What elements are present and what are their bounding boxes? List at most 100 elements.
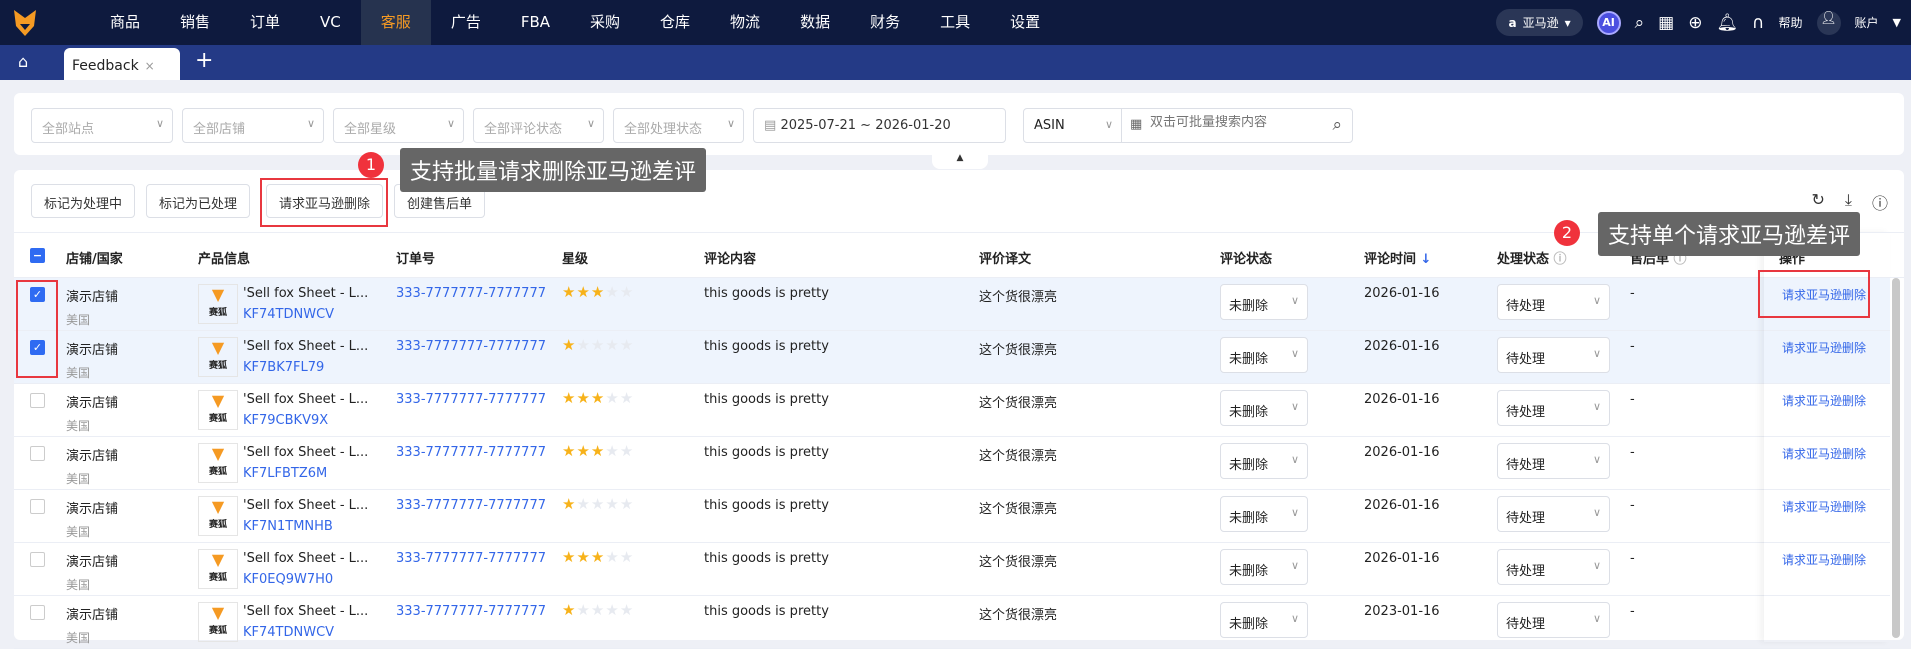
product-sku-link[interactable]: KF74TDNWCV — [243, 625, 368, 640]
star-icon: ★ — [590, 601, 606, 619]
apps-icon[interactable]: ▦ — [1658, 13, 1674, 33]
process-status-select[interactable]: 待处理 ∨ — [1497, 496, 1610, 532]
process-status-select[interactable]: 待处理 ∨ — [1497, 443, 1610, 479]
site-select[interactable]: 全部站点 ∨ — [31, 108, 173, 143]
store-name: 演示店铺 — [66, 555, 119, 570]
process-status-select[interactable]: 待处理 ∨ — [1497, 390, 1610, 426]
home-icon[interactable]: ⌂ — [18, 52, 28, 71]
collapse-filter-button[interactable]: ▲ — [932, 153, 988, 169]
review-status-select[interactable]: 未删除 ∨ — [1220, 337, 1308, 373]
nav-item[interactable]: FBA — [501, 0, 570, 45]
order-link[interactable]: 333-7777777-7777777 — [396, 551, 546, 566]
close-icon[interactable]: × — [145, 59, 155, 73]
avatar[interactable]: 👤︎ — [1816, 10, 1841, 35]
review-status-select[interactable]: 未删除 ∨ — [1220, 549, 1308, 585]
nav-item[interactable]: 仓库 — [640, 0, 710, 45]
order-link[interactable]: 333-7777777-7777777 — [396, 498, 546, 513]
nav-item[interactable]: 商品 — [90, 0, 160, 45]
nav-item[interactable]: 订单 — [230, 0, 300, 45]
review-status-select[interactable]: 未删除 ∨ — [1220, 390, 1308, 426]
select-all-checkbox[interactable]: − — [30, 248, 45, 263]
product-sku-link[interactable]: KF0EQ9W7H0 — [243, 572, 368, 587]
search-input[interactable] — [1150, 115, 1320, 130]
nav-item[interactable]: 物流 — [710, 0, 780, 45]
process-status-select[interactable]: 待处理 ∨ — [1497, 284, 1610, 320]
review-content: this goods is pretty — [704, 498, 829, 513]
nav-item[interactable]: 客服 — [360, 0, 431, 45]
row-checkbox[interactable] — [30, 446, 45, 461]
nav-item[interactable]: 工具 — [920, 0, 990, 45]
date-range-picker[interactable]: ▤ 2025-07-21 ~ 2026-01-20 — [753, 108, 1006, 143]
order-link[interactable]: 333-7777777-7777777 — [396, 604, 546, 619]
nav-item[interactable]: 广告 — [431, 0, 501, 45]
nav-item[interactable]: 采购 — [570, 0, 640, 45]
star-icon: ★ — [619, 389, 635, 407]
fox-logo-icon: ▼ — [211, 603, 225, 622]
review-status-select[interactable]: 未删除 ∨ — [1220, 602, 1308, 638]
amazon-icon: a — [1508, 15, 1517, 30]
scrollbar[interactable] — [1892, 278, 1900, 638]
order-link[interactable]: 333-7777777-7777777 — [396, 339, 546, 354]
download-icon[interactable]: ⊕ — [1688, 13, 1702, 33]
caret-down-icon[interactable]: ▼ — [1893, 16, 1901, 29]
store-select[interactable]: 全部店铺 ∨ — [182, 108, 324, 143]
nav-item[interactable]: 数据 — [780, 0, 850, 45]
row-checkbox[interactable] — [30, 552, 45, 567]
product-title[interactable]: 'Sell fox Sheet - L... — [243, 286, 368, 301]
review-status-select[interactable]: 全部评论状态 ∨ — [473, 108, 604, 143]
order-link[interactable]: 333-7777777-7777777 — [396, 445, 546, 460]
star-icon: ★ — [605, 283, 620, 301]
row-checkbox[interactable] — [30, 499, 45, 514]
search-icon[interactable]: ⌕ — [1635, 13, 1645, 33]
product-title[interactable]: 'Sell fox Sheet - L... — [243, 604, 368, 619]
help-icon[interactable]: ⓘ — [1872, 190, 1888, 214]
process-status-select[interactable]: 待处理 ∨ — [1497, 337, 1610, 373]
logo-icon[interactable] — [0, 0, 50, 45]
headset-icon[interactable]: ∩ — [1752, 13, 1764, 33]
product-sku-link[interactable]: KF7N1TMNHB — [243, 519, 368, 534]
product-sku-link[interactable]: KF79CBKV9X — [243, 413, 368, 428]
row-checkbox[interactable] — [30, 605, 45, 620]
rating-select[interactable]: 全部星级 ∨ — [333, 108, 464, 143]
product-title[interactable]: 'Sell fox Sheet - L... — [243, 392, 368, 407]
product-title[interactable]: 'Sell fox Sheet - L... — [243, 498, 368, 513]
product-sku-link[interactable]: KF7LFBTZ6M — [243, 466, 368, 481]
sort-icon[interactable]: ↓ — [1421, 252, 1432, 267]
product-title[interactable]: 'Sell fox Sheet - L... — [243, 551, 368, 566]
batch-icon[interactable]: ▦ — [1130, 117, 1142, 132]
table-row: ✓ 演示店铺 美国 ▼ 赛狐 'Sell fox Sheet - L... KF7BK… — [14, 331, 1890, 384]
review-status-select[interactable]: 未删除 ∨ — [1220, 443, 1308, 479]
nav-item[interactable]: VC — [300, 0, 361, 45]
nav-item[interactable]: 财务 — [850, 0, 920, 45]
mark-processing-button[interactable]: 标记为处理中 — [31, 184, 136, 218]
process-status-select[interactable]: 待处理 ∨ — [1497, 602, 1610, 638]
order-link[interactable]: 333-7777777-7777777 — [396, 286, 546, 301]
review-status-select[interactable]: 未删除 ∨ — [1220, 284, 1308, 320]
bell-icon[interactable]: 🔔︎ — [1716, 13, 1738, 33]
product-sku-link[interactable]: KF74TDNWCV — [243, 307, 368, 322]
mark-processed-button[interactable]: 标记为已处理 — [146, 184, 251, 218]
help-link[interactable]: 帮助 — [1779, 14, 1803, 31]
marketplace-label: 亚马逊 — [1522, 16, 1559, 30]
marketplace-selector[interactable]: a 亚马逊 ▾ — [1496, 9, 1583, 36]
process-status-select[interactable]: 全部处理状态 ∨ — [613, 108, 744, 143]
product-sku-link[interactable]: KF7BK7FL79 — [243, 360, 368, 375]
search-icon[interactable]: ⌕ — [1332, 115, 1342, 135]
product-title[interactable]: 'Sell fox Sheet - L... — [243, 445, 368, 460]
product-title[interactable]: 'Sell fox Sheet - L... — [243, 339, 368, 354]
fox-logo-icon: ▼ — [211, 550, 225, 569]
export-icon[interactable]: ⤓ — [1845, 190, 1852, 214]
search-type-select[interactable]: ASIN ∨ — [1024, 109, 1122, 142]
process-status-select[interactable]: 待处理 ∨ — [1497, 549, 1610, 585]
star-icon: ★ — [576, 283, 591, 301]
nav-item[interactable]: 销售 — [160, 0, 230, 45]
ai-button[interactable]: AI — [1596, 10, 1621, 35]
add-tab-button[interactable]: + — [195, 48, 213, 73]
tab-feedback[interactable]: Feedback × — [64, 48, 180, 80]
nav-item[interactable]: 设置 — [990, 0, 1060, 45]
review-status-select[interactable]: 未删除 ∨ — [1220, 496, 1308, 532]
order-link[interactable]: 333-7777777-7777777 — [396, 392, 546, 407]
refresh-icon[interactable]: ↻ — [1812, 190, 1825, 214]
account-menu[interactable]: 账户 — [1855, 14, 1879, 31]
row-checkbox[interactable] — [30, 393, 45, 408]
